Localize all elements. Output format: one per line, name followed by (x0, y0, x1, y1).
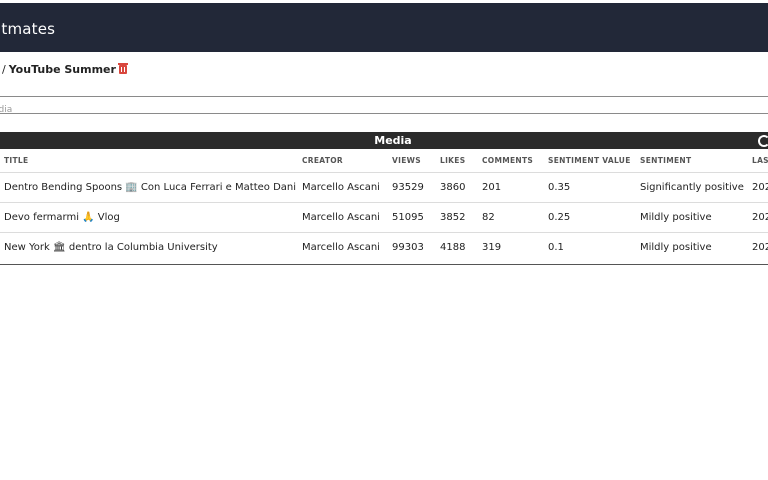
cell-comments: 319 (482, 242, 502, 253)
media-table: TITLE CREATOR VIEWS LIKES COMMENTS SENTI… (0, 149, 768, 262)
cell-views: 93529 (386, 172, 434, 203)
cell-comments: 82 (476, 202, 542, 233)
column-header-sentiment-value[interactable]: SENTIMENT VALUE (542, 149, 634, 173)
column-header-last[interactable]: LAST (746, 149, 768, 173)
table-row[interactable]: Devo fermarmi 🙏 Vlog Marcello Ascani 510… (0, 202, 768, 233)
cell-sentiment-value: 0.1 (548, 242, 564, 253)
cell-sentiment: Mildly positive (634, 202, 746, 233)
table-row[interactable]: Dentro Bending Spoons 🏢 Con Luca Ferrari… (0, 172, 768, 203)
search-input[interactable] (0, 102, 768, 118)
column-header-views[interactable]: VIEWS (386, 149, 434, 173)
cell-likes: 4188 (440, 242, 466, 253)
top-navbar: atmates (0, 3, 768, 52)
cell-likes: 3860 (434, 172, 476, 203)
cell-views: 99303 (392, 242, 424, 253)
cell-sentiment: Mildly positive (640, 242, 712, 253)
cell-creator: Marcello Ascani (296, 202, 386, 233)
media-header: Media (0, 132, 768, 149)
cell-creator: Marcello Ascani (302, 242, 380, 253)
breadcrumb-current: YouTube Summer (8, 63, 116, 76)
cell-title: New York 🏛 dentro la Columbia University (4, 242, 218, 253)
column-header-title[interactable]: TITLE (0, 149, 296, 173)
cell-likes: 3852 (434, 202, 476, 233)
media-panel: Media TITLE CREATOR VIEWS LIKES COMMENTS… (0, 132, 768, 265)
cell-creator: Marcello Ascani (296, 172, 386, 203)
media-header-label: Media (374, 134, 412, 147)
cell-last: 202 (746, 172, 768, 203)
search-box (0, 96, 768, 118)
column-header-creator[interactable]: CREATOR (296, 149, 386, 173)
cell-sentiment-value: 0.25 (542, 202, 634, 233)
table-row[interactable]: New York 🏛 dentro la Columbia University… (0, 233, 768, 263)
app-title[interactable]: atmates (0, 20, 55, 38)
breadcrumb: / YouTube Summer (2, 63, 128, 76)
cell-title: Devo fermarmi 🙏 Vlog (0, 202, 296, 233)
cell-last: 202 (746, 202, 768, 233)
cell-sentiment-value: 0.35 (542, 172, 634, 203)
column-header-sentiment[interactable]: SENTIMENT (634, 149, 746, 173)
column-header-likes[interactable]: LIKES (434, 149, 476, 173)
table-header-row: TITLE CREATOR VIEWS LIKES COMMENTS SENTI… (0, 149, 768, 173)
cell-last: 202 (752, 242, 768, 253)
cell-comments: 201 (476, 172, 542, 203)
trash-icon[interactable] (117, 63, 128, 74)
cell-sentiment: Significantly positive (634, 172, 746, 203)
refresh-icon[interactable] (758, 135, 768, 147)
breadcrumb-separator: / (2, 63, 6, 76)
column-header-comments[interactable]: COMMENTS (476, 149, 542, 173)
cell-title: Dentro Bending Spoons 🏢 Con Luca Ferrari… (0, 172, 296, 203)
cell-views: 51095 (386, 202, 434, 233)
